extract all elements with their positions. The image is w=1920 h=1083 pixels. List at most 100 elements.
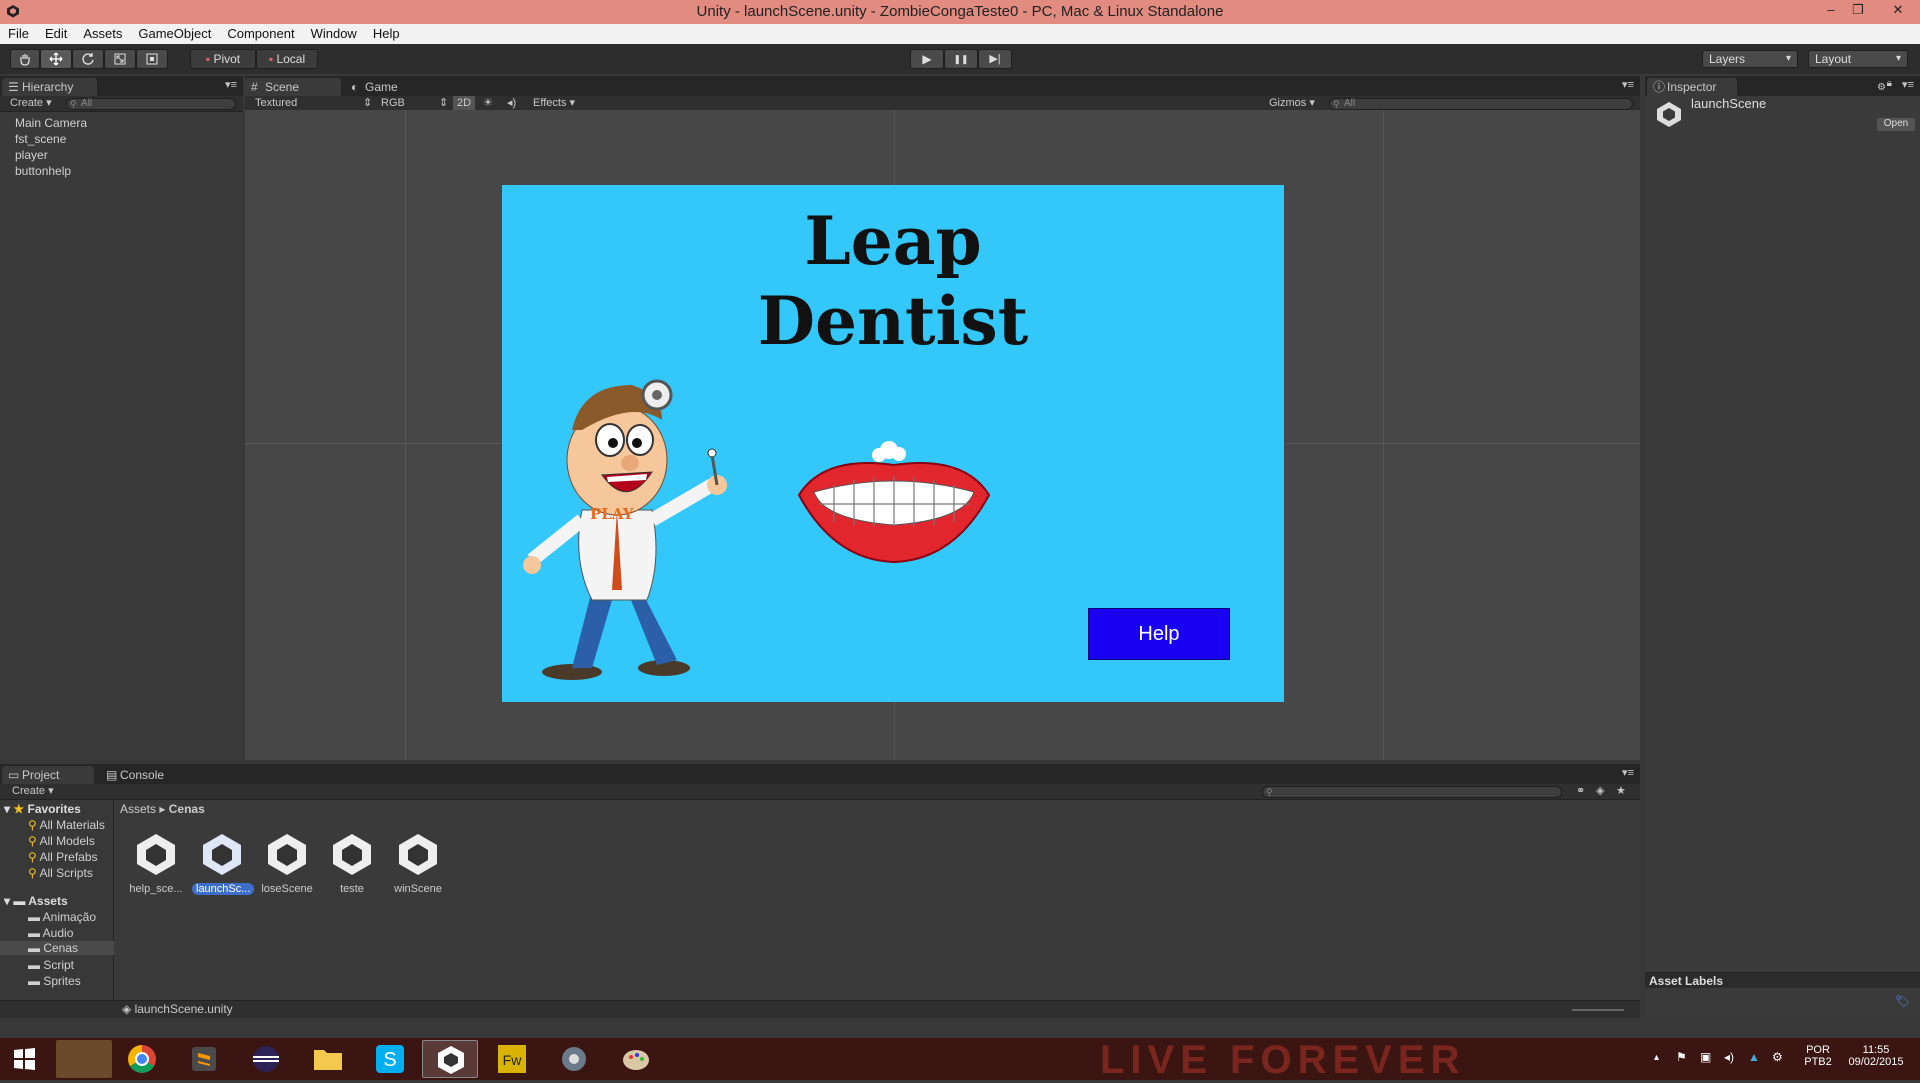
panel-menu-icon[interactable]: ▾≡ — [1902, 78, 1914, 91]
hierarchy-item[interactable]: Main Camera — [15, 116, 87, 130]
folder-item[interactable]: ▬ Audio — [28, 926, 73, 940]
breadcrumb-item-current[interactable]: Cenas — [169, 802, 205, 816]
layers-dropdown[interactable]: Layers — [1702, 50, 1798, 68]
tab-scene[interactable]: # Scene — [245, 78, 341, 96]
breadcrumb-item[interactable]: Assets — [120, 802, 156, 816]
tab-console[interactable]: ▤ Console — [100, 766, 180, 784]
language-indicator[interactable]: POR PTB2 — [1802, 1044, 1834, 1068]
sublime-icon[interactable] — [176, 1040, 232, 1078]
windows-start-button[interactable] — [4, 1040, 60, 1078]
hierarchy-item[interactable]: player — [15, 148, 48, 162]
asset-file[interactable]: loseScene — [257, 830, 317, 895]
asset-file-selected[interactable]: launchSc... — [192, 830, 255, 895]
folder-icon[interactable] — [300, 1040, 356, 1078]
zoom-slider[interactable] — [1572, 1009, 1624, 1011]
help-button[interactable]: Help — [1088, 608, 1230, 660]
restore-button[interactable]: ❐ — [1843, 0, 1873, 22]
folder-item-selected[interactable]: ▬ Cenas — [0, 941, 114, 955]
label-tag-icon[interactable]: 🏷︎ — [1895, 994, 1910, 1008]
audio-toggle-icon[interactable]: ◂) — [507, 96, 516, 111]
favorite-item[interactable]: ⚲ All Models — [28, 834, 95, 848]
unity-taskbar-button[interactable] — [422, 1040, 478, 1078]
favorite-item[interactable]: ⚲ All Prefabs — [28, 850, 98, 864]
favorites-header[interactable]: ▾ ★ Favorites — [4, 802, 81, 816]
game-canvas[interactable]: Leap Dentist PLAY Help — [502, 185, 1284, 702]
tab-hierarchy[interactable]: ☰ Hierarchy — [2, 78, 97, 96]
menu-edit[interactable]: Edit — [37, 24, 75, 44]
eclipse-icon[interactable] — [238, 1040, 294, 1078]
tab-game[interactable]: ◐ Game — [345, 78, 415, 96]
tool-icon[interactable] — [546, 1040, 602, 1078]
menu-component[interactable]: Component — [219, 24, 302, 44]
close-button[interactable]: ✕ — [1880, 0, 1916, 22]
effects-dropdown[interactable]: Effects ▾ — [533, 96, 575, 111]
assets-header[interactable]: ▾ ▬ Assets — [4, 894, 68, 908]
gizmos-dropdown[interactable]: Gizmos ▾ — [1269, 96, 1315, 111]
settings-gear-icon[interactable]: ⚙ — [1877, 82, 1886, 93]
fireworks-icon[interactable]: Fw — [484, 1040, 540, 1078]
clock[interactable]: 11:55 09/02/2015 — [1840, 1044, 1912, 1068]
pause-button[interactable]: ❚❚ — [944, 49, 978, 69]
paint-icon[interactable] — [608, 1040, 664, 1078]
grid-icon: # — [251, 80, 258, 94]
menu-gameobject[interactable]: GameObject — [130, 24, 219, 44]
menu-help[interactable]: Help — [365, 24, 408, 44]
play-text[interactable]: PLAY — [590, 505, 633, 523]
tab-project[interactable]: ▭ Project — [2, 766, 94, 784]
menu-assets[interactable]: Assets — [75, 24, 130, 44]
panel-menu-icon[interactable]: ▾≡ — [225, 78, 237, 91]
file-explorer-icon[interactable] — [56, 1040, 112, 1078]
lighting-toggle-icon[interactable]: ☀ — [483, 96, 493, 111]
hierarchy-item[interactable]: buttonhelp — [15, 164, 71, 178]
tab-console-label: Console — [120, 768, 165, 782]
layout-dropdown[interactable]: Layout — [1808, 50, 1908, 68]
asset-file[interactable]: help_sce... — [126, 830, 186, 895]
scene-view[interactable]: Leap Dentist PLAY Help — [245, 110, 1640, 760]
favorite-item[interactable]: ⚲ All Scripts — [28, 866, 93, 880]
asset-file[interactable]: teste — [322, 830, 382, 895]
menu-file[interactable]: File — [0, 24, 37, 44]
folder-item[interactable]: ▬ Animação — [28, 910, 96, 924]
hierarchy-item[interactable]: fst_scene — [15, 132, 66, 146]
scene-search-input[interactable]: ⚲ All — [1329, 98, 1633, 110]
rect-tool-button[interactable] — [136, 49, 168, 69]
hierarchy-create-button[interactable]: Create ▾ — [10, 96, 52, 111]
skype-icon[interactable]: S — [362, 1040, 418, 1078]
tab-inspector[interactable]: ⓘ Inspector — [1647, 78, 1737, 96]
google-drive-icon[interactable]: ▲ — [1748, 1050, 1760, 1064]
pivot-toggle[interactable]: ▪ Pivot — [190, 49, 256, 69]
step-button[interactable]: ▶| — [978, 49, 1012, 69]
rotate-tool-button[interactable] — [72, 49, 104, 69]
action-center-flag-icon[interactable]: ⚑ — [1676, 1050, 1687, 1064]
local-toggle[interactable]: ▪ Local — [256, 49, 318, 69]
menu-window[interactable]: Window — [303, 24, 365, 44]
2d-toggle[interactable]: 2D — [453, 96, 476, 111]
open-button[interactable]: Open — [1877, 118, 1915, 131]
hand-tool-button[interactable] — [10, 49, 40, 69]
move-tool-button[interactable] — [40, 49, 72, 69]
favorite-item[interactable]: ⚲ All Materials — [28, 818, 105, 832]
lock-icon[interactable]: 🔒︎ — [1887, 78, 1892, 89]
folder-item[interactable]: ▬ Sprites — [28, 974, 81, 988]
favorite-star-icon[interactable]: ★ — [1616, 784, 1626, 799]
chrome-icon[interactable] — [114, 1040, 170, 1078]
show-hidden-icons-icon[interactable]: ▴ — [1654, 1052, 1659, 1063]
panel-menu-icon[interactable]: ▾≡ — [1622, 78, 1634, 91]
network-icon[interactable]: ▣ — [1700, 1050, 1711, 1064]
project-create-button[interactable]: Create ▾ — [12, 784, 54, 799]
project-search-input[interactable]: ⚲ — [1262, 786, 1562, 798]
panel-menu-icon[interactable]: ▾≡ — [1622, 766, 1634, 779]
filter-by-type-icon[interactable]: ⚭ — [1576, 784, 1585, 799]
minimize-button[interactable]: – — [1816, 0, 1846, 22]
sync-icon[interactable]: ⚙ — [1772, 1050, 1783, 1064]
asset-file[interactable]: winScene — [388, 830, 448, 895]
hierarchy-search-input[interactable]: ⚲ All — [66, 98, 236, 110]
scale-tool-button[interactable] — [104, 49, 136, 69]
shading-mode-dropdown[interactable]: Textured ⇕ — [255, 96, 372, 111]
play-button[interactable]: ▶ — [910, 49, 944, 69]
asset-labels-title: Asset Labels — [1649, 974, 1724, 988]
render-mode-dropdown[interactable]: RGB ⇕ — [381, 96, 448, 111]
folder-item[interactable]: ▬ Script — [28, 958, 74, 972]
volume-icon[interactable]: ◂) — [1724, 1050, 1734, 1064]
filter-by-label-icon[interactable]: ◈ — [1596, 784, 1604, 799]
